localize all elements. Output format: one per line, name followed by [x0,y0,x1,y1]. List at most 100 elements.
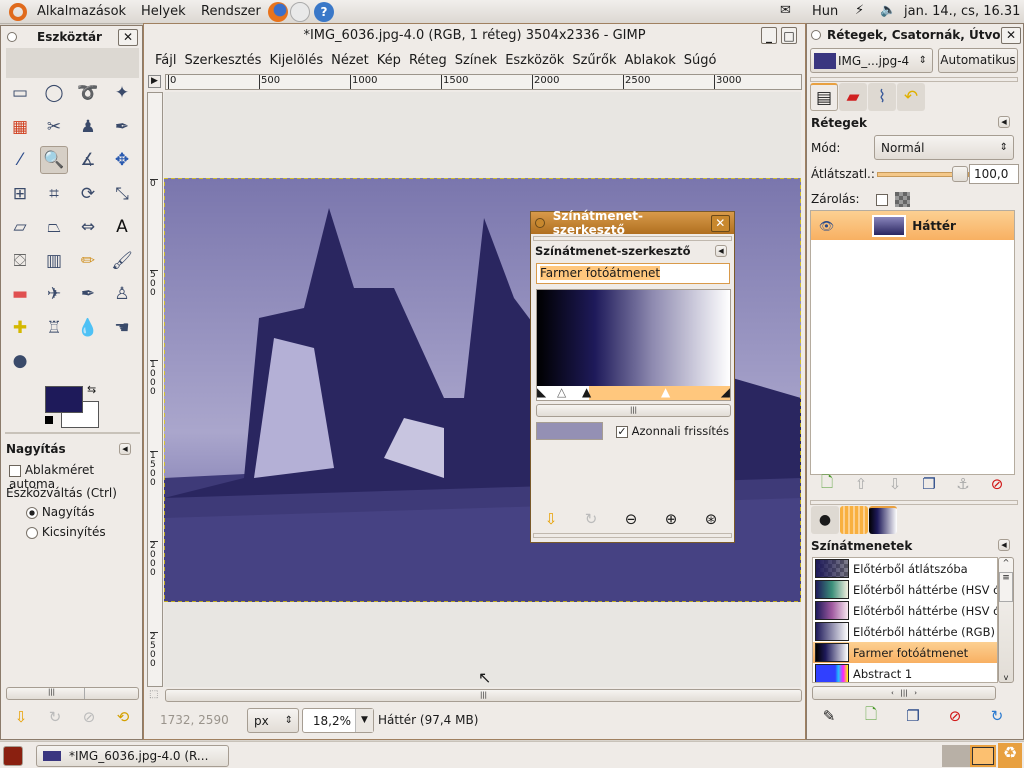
stop-handle[interactable]: ◢ [721,386,730,399]
tool-pencil-icon[interactable]: ✏ [74,247,102,275]
raise-layer-icon[interactable]: ⇧ [849,473,873,495]
opacity-slider-handle[interactable] [952,166,968,182]
quick-mask-icon[interactable]: ⬚ [149,689,158,700]
toolbox-titlebar[interactable]: Eszköztár ✕ [1,26,142,48]
tab-gradients[interactable] [869,506,897,534]
tab-paths[interactable]: ⌇ [868,83,896,111]
tool-blur-icon[interactable]: 💧 [74,314,102,342]
stop-handle[interactable]: ◣ [537,386,546,399]
gradient-item[interactable]: Abstract 1 [813,663,997,682]
gradient-item[interactable]: Előtérből háttérbe (HSV ó [813,600,997,621]
taskbar-item[interactable]: *IMG_6036.jpg-4.0 (R... [36,745,229,767]
tool-shear-icon[interactable]: ▱ [6,213,34,241]
tool-crop-icon[interactable]: ⌗ [40,180,68,208]
zoom-out-icon[interactable]: ⊖ [619,508,643,530]
menu-system[interactable]: Rendszer [201,4,261,19]
menu-places[interactable]: Helyek [141,4,186,19]
help-icon[interactable]: ? [314,2,334,22]
volume-icon[interactable]: 🔈 [880,3,896,18]
chevron-down-icon[interactable]: ▼ [355,709,373,732]
gradients-list[interactable]: Előtérből átlátszóba Előtérből háttérbe (… [812,557,998,683]
default-colors-icon[interactable] [45,416,53,424]
tab-undo[interactable]: ↶ [897,83,925,111]
tool-blend-icon[interactable]: ▥ [40,247,68,275]
image-select[interactable]: IMG_...jpg-4 ⇕ [810,48,933,73]
trash-icon[interactable]: ♻ [998,743,1022,768]
save-options-icon[interactable]: ⇩ [9,706,33,728]
midpoint-handle[interactable]: △ [557,386,566,399]
radio-zoom-in[interactable]: Nagyítás [26,505,95,519]
zoom-combo[interactable]: 18,2% ▼ [302,708,374,733]
workspace-switcher[interactable] [942,745,996,767]
tool-dodge-burn-icon[interactable]: ● [6,347,34,375]
keyboard-layout[interactable]: Hun [812,4,838,19]
delete-layer-icon[interactable]: ⊘ [985,473,1009,495]
tool-airbrush-icon[interactable]: ✈ [40,280,68,308]
panel-menu-button[interactable]: ◀ [998,116,1010,128]
menu-8[interactable]: Szűrők [571,53,623,68]
tool-move-icon[interactable]: ✥ [108,146,136,174]
duplicate-layer-icon[interactable]: ❐ [917,473,941,495]
tool-perspective-clone-icon[interactable]: ♖ [40,314,68,342]
tool-rect-select-icon[interactable]: ▭ [6,79,34,107]
image-menu-button[interactable]: ▶ [148,75,161,88]
tool-scissors-icon[interactable]: ✂ [40,113,68,141]
edit-gradient-icon[interactable]: ✎ [817,705,841,727]
panel-menu-button[interactable]: ◀ [715,245,727,257]
menu-10[interactable]: Súgó [683,53,724,68]
new-layer-icon[interactable]: 🗋 [815,473,839,495]
tool-free-select-icon[interactable]: ➰ [74,79,102,107]
restore-options-icon[interactable]: ↻ [43,706,67,728]
maximize-button[interactable]: □ [781,27,797,44]
gradient-editor-titlebar[interactable]: Színátmenet-szerkesztő ✕ [531,209,734,237]
gradient-stops-bar[interactable]: ◣ △ ▲ ▲ ◢ [537,386,730,400]
menu-1[interactable]: Szerkesztés [183,53,268,68]
new-gradient-icon[interactable]: 🗋 [859,705,883,727]
gradient-preview[interactable]: ◣ △ ▲ ▲ ◢ [536,289,731,401]
menu-4[interactable]: Kép [376,53,408,68]
mode-select[interactable]: Normál ⇕ [874,135,1014,160]
refresh-gradients-icon[interactable]: ↻ [985,705,1009,727]
tool-select-by-color-icon[interactable]: ▦ [6,113,34,141]
tool-color-picker-icon[interactable]: ⁄ [6,146,34,174]
tool-ink-icon[interactable]: ✒ [74,280,102,308]
close-button[interactable]: ✕ [710,214,730,232]
tool-fuzzy-select-icon[interactable]: ✦ [108,79,136,107]
auto-button[interactable]: Automatikus [938,48,1018,73]
zoom-in-icon[interactable]: ⊕ [659,508,683,530]
duplicate-gradient-icon[interactable]: ❐ [901,705,925,727]
clock[interactable]: jan. 14., cs, 16.31 [904,4,1020,19]
image-titlebar[interactable]: *IMG_6036.jpg-4.0 (RGB, 1 réteg) 3504x23… [144,24,805,46]
tab-patterns[interactable] [840,506,868,534]
layers-list[interactable]: 👁 Háttér [810,210,1015,475]
zoom-value[interactable]: 18,2% [303,714,355,728]
gradients-vscrollbar[interactable]: ^ ≡ v [998,557,1014,683]
tool-clone-icon[interactable]: ♙ [108,280,136,308]
menu-7[interactable]: Eszközök [504,53,571,68]
menu-3[interactable]: Nézet [330,53,376,68]
dock-titlebar[interactable]: Rétegek, Csatornák, Útvo ✕ [807,24,1023,46]
gradient-item[interactable]: Farmer fotóátmenet [813,642,997,663]
tool-rotate-icon[interactable]: ⟳ [74,180,102,208]
tool-measure-icon[interactable]: ∡ [74,146,102,174]
tool-bucket-fill-icon[interactable]: ⛋ [6,247,34,275]
instant-update-option[interactable]: ✓ Azonnali frissítés [616,424,729,438]
midpoint-handle[interactable]: ▲ [661,386,670,399]
menu-6[interactable]: Színek [454,53,504,68]
gradient-item[interactable]: Előtérből háttérbe (RGB) [813,621,997,642]
toolbox-hscrollbar[interactable]: ||| [6,687,139,700]
tab-channels[interactable]: ▰ [839,83,867,111]
window-menu-icon[interactable] [7,32,17,42]
opacity-input[interactable]: 100,0 [969,164,1019,184]
tool-heal-icon[interactable]: ✚ [6,314,34,342]
close-button[interactable]: ✕ [1001,26,1021,44]
tool-perspective-icon[interactable]: ⏢ [40,213,68,241]
gradient-name-input[interactable]: Farmer fotóátmenet [536,263,730,284]
menu-2[interactable]: Kijelölés [268,53,330,68]
instant-update-checkbox[interactable]: ✓ [616,425,628,438]
ubuntu-logo-icon[interactable] [9,3,27,21]
zoom-all-icon[interactable]: ⊛ [699,508,723,530]
lower-layer-icon[interactable]: ⇩ [883,473,907,495]
tool-align-icon[interactable]: ⊞ [6,180,34,208]
radio-zoom-out[interactable]: Kicsinyítés [26,525,106,539]
